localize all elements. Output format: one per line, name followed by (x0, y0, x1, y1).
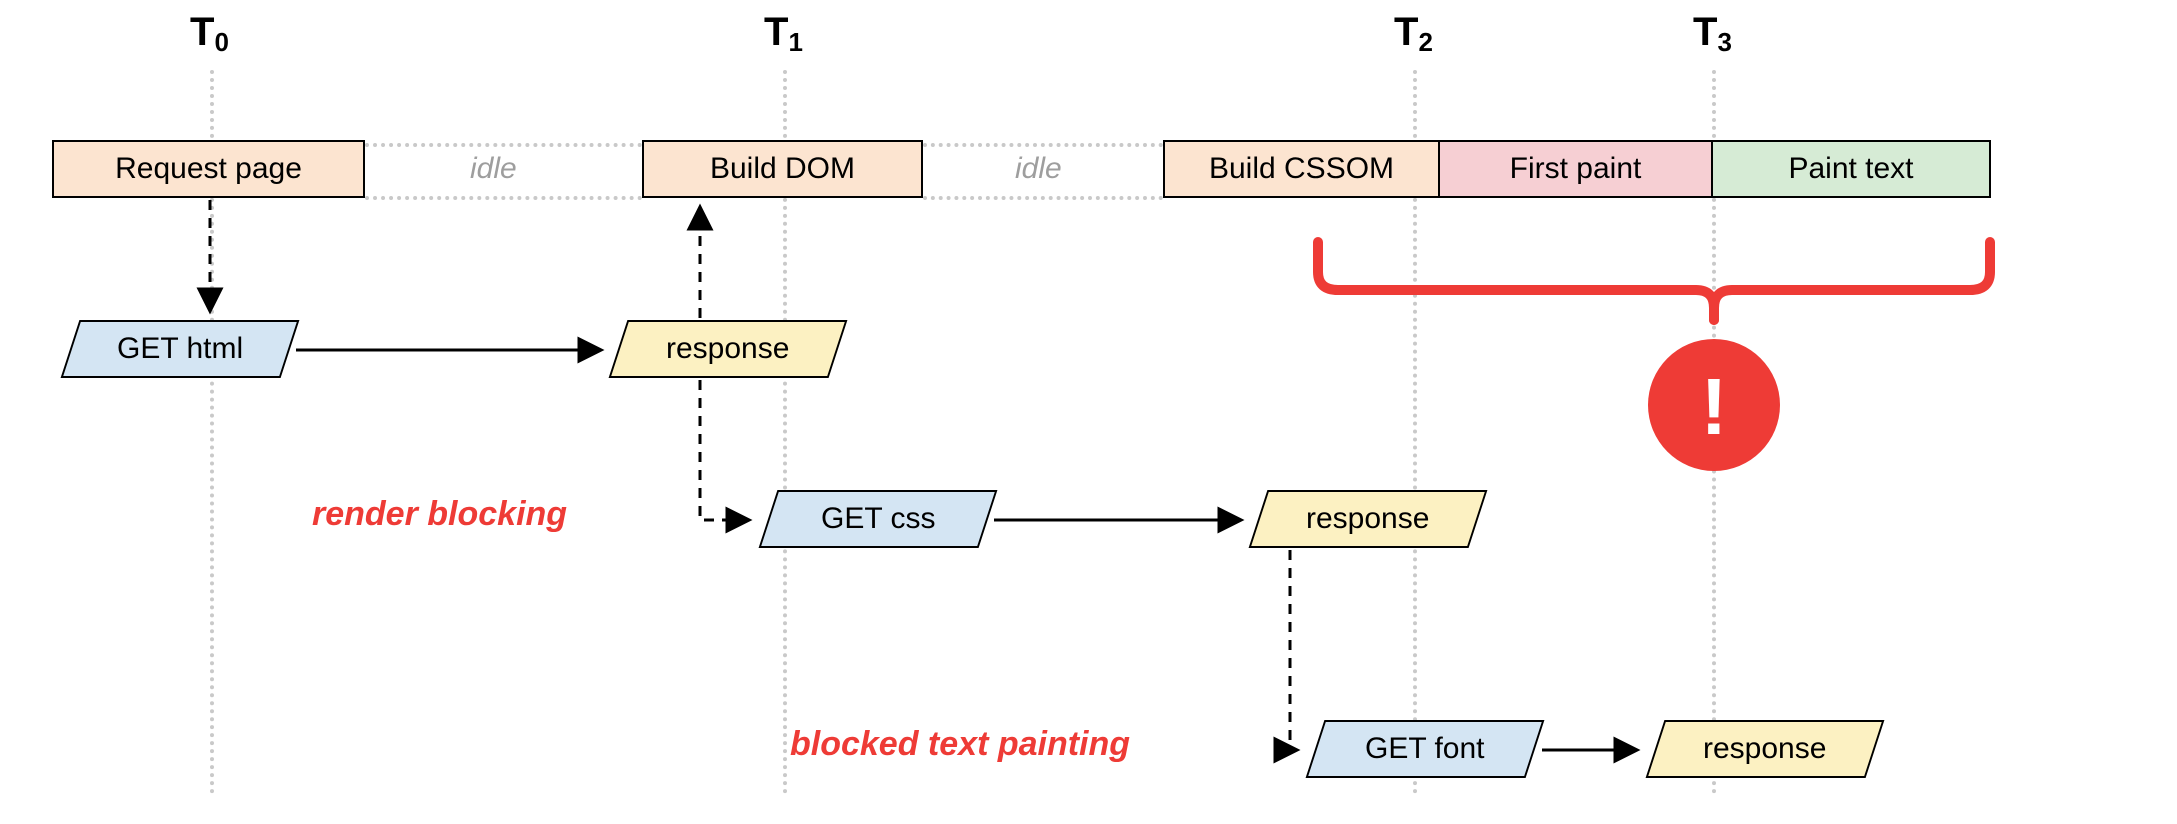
idle-label-2: idle (1015, 152, 1062, 186)
diagram-stage: T0 T1 T2 T3 Request page idle Build DOM … (0, 0, 2177, 824)
warning-brace (1318, 242, 1990, 320)
annotation-blocked-text: blocked text painting (790, 725, 1130, 764)
pill-response-css: response (1249, 490, 1488, 548)
idle-line-2-top (923, 143, 1163, 147)
box-build-cssom: Build CSSOM (1163, 140, 1440, 198)
label-t0: T0 (190, 10, 229, 55)
label-t2: T2 (1394, 10, 1433, 55)
pill-response-html: response (609, 320, 848, 378)
box-build-dom: Build DOM (642, 140, 923, 198)
box-first-paint: First paint (1438, 140, 1713, 198)
overlay-svg: ! (0, 0, 2177, 824)
annotation-render-blocking: render blocking (312, 495, 567, 534)
pill-get-font: GET font (1306, 720, 1545, 778)
label-t3: T3 (1693, 10, 1732, 55)
pill-get-html: GET html (61, 320, 300, 378)
pill-get-css: GET css (759, 490, 998, 548)
idle-line-1-top (365, 143, 642, 147)
idle-line-2-bot (923, 196, 1163, 200)
idle-line-1-bot (365, 196, 642, 200)
box-request-page: Request page (52, 140, 365, 198)
box-paint-text: Paint text (1711, 140, 1991, 198)
idle-label-1: idle (470, 152, 517, 186)
label-t1: T1 (764, 10, 803, 55)
pill-response-font: response (1646, 720, 1885, 778)
